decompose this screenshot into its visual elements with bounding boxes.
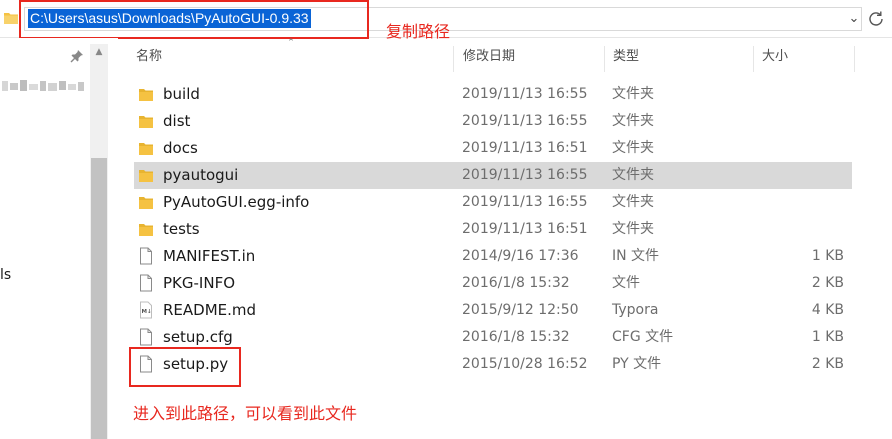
file-type: IN 文件 [612, 248, 660, 264]
file-size: 2 KB [811, 275, 844, 291]
file-type: 文件夹 [612, 167, 654, 183]
column-divider[interactable] [453, 46, 454, 72]
address-bar: C:\Users\asus\Downloads\PyAutoGUI-0.9.33… [0, 0, 892, 41]
file-name: tests [163, 220, 200, 238]
file-date: 2019/11/13 16:55 [462, 113, 588, 129]
file-date: 2016/1/8 15:32 [462, 329, 570, 345]
file-size: 2 KB [811, 356, 844, 372]
file-row[interactable]: MANIFEST.in 2014/9/16 17:36 IN 文件 1 KB [134, 243, 852, 270]
file-type: 文件夹 [612, 221, 654, 237]
folder-icon [4, 13, 18, 24]
file-type: 文件 [612, 275, 640, 291]
file-name: setup.cfg [163, 328, 233, 346]
file-date: 2019/11/13 16:55 [462, 86, 588, 102]
file-icon [138, 328, 154, 346]
file-name: build [163, 85, 200, 103]
file-name: README.md [163, 301, 257, 319]
file-type: 文件夹 [612, 86, 654, 102]
file-name: setup.py [163, 355, 229, 373]
file-date: 2019/11/13 16:55 [462, 167, 588, 183]
nav-item-truncated[interactable]: ls [0, 267, 11, 283]
file-name: docs [163, 139, 198, 157]
file-row[interactable]: tests 2019/11/13 16:51 文件夹 [134, 216, 852, 243]
file-type: CFG 文件 [612, 329, 674, 345]
file-row[interactable]: M↓ README.md 2015/9/12 12:50 Typora 4 KB [134, 297, 852, 324]
nav-scrollbar[interactable]: ▲ [90, 44, 108, 439]
folder-icon [138, 112, 154, 130]
file-row[interactable]: dist 2019/11/13 16:55 文件夹 [134, 108, 852, 135]
file-date: 2014/9/16 17:36 [462, 248, 579, 264]
folder-icon [138, 139, 154, 157]
file-date: 2015/9/12 12:50 [462, 302, 579, 318]
column-divider[interactable] [854, 46, 855, 72]
file-type: 文件夹 [612, 113, 654, 129]
column-header-name[interactable]: 名称 [128, 44, 448, 72]
file-type: PY 文件 [612, 356, 662, 372]
file-date: 2019/11/13 16:51 [462, 221, 588, 237]
nav-scrollbar-thumb[interactable] [91, 158, 107, 439]
file-date: 2019/11/13 16:55 [462, 194, 588, 210]
file-row[interactable]: PyAutoGUI.egg-info 2019/11/13 16:55 文件夹 [134, 189, 852, 216]
file-icon [138, 247, 154, 265]
file-size: 1 KB [811, 329, 844, 345]
file-type: 文件夹 [612, 140, 654, 156]
markdown-file-icon: M↓ [138, 301, 154, 319]
file-row[interactable]: setup.py 2015/10/28 16:52 PY 文件 2 KB [134, 351, 852, 378]
file-row[interactable]: docs 2019/11/13 16:51 文件夹 [134, 135, 852, 162]
column-header: 名称 修改日期 类型 大小 [118, 44, 858, 72]
file-row[interactable]: build 2019/11/13 16:55 文件夹 [134, 81, 852, 108]
file-date: 2016/1/8 15:32 [462, 275, 570, 291]
file-row[interactable]: setup.cfg 2016/1/8 15:32 CFG 文件 1 KB [134, 324, 852, 351]
svg-text:M↓: M↓ [142, 308, 152, 315]
column-header-type[interactable]: 类型 [605, 44, 753, 72]
file-size: 1 KB [811, 248, 844, 264]
file-size: 4 KB [811, 302, 844, 318]
file-name: MANIFEST.in [163, 247, 256, 265]
blurred-nav-item [2, 80, 84, 91]
file-name: PKG-INFO [163, 274, 235, 292]
file-name: PyAutoGUI.egg-info [163, 193, 310, 211]
refresh-icon[interactable] [866, 9, 886, 29]
file-row[interactable]: PKG-INFO 2016/1/8 15:32 文件 2 KB [134, 270, 852, 297]
folder-icon [138, 193, 154, 211]
annotation-enter-path: 进入到此路径，可以看到此文件 [133, 404, 358, 423]
file-name: pyautogui [163, 166, 239, 184]
file-type: 文件夹 [612, 194, 654, 210]
chevron-down-icon[interactable]: ⌄ [846, 9, 862, 29]
folder-icon [138, 85, 154, 103]
pin-icon[interactable] [70, 49, 84, 63]
folder-icon [138, 220, 154, 238]
file-date: 2019/11/13 16:51 [462, 140, 588, 156]
file-name: dist [163, 112, 191, 130]
scroll-up-arrow-icon[interactable]: ▲ [90, 44, 108, 60]
folder-icon [138, 166, 154, 184]
navigation-pane: ls ▲ [0, 38, 118, 439]
file-date: 2015/10/28 16:52 [462, 356, 588, 372]
file-row[interactable]: pyautogui 2019/11/13 16:55 文件夹 [134, 162, 852, 189]
file-type: Typora [612, 302, 659, 318]
file-icon [138, 355, 154, 373]
file-list-pane: ⌃ 名称 修改日期 类型 大小 build 2019/11/13 16:55 文件夹… [118, 38, 892, 439]
column-header-size[interactable]: 大小 [754, 44, 854, 72]
column-header-date[interactable]: 修改日期 [455, 44, 603, 72]
file-icon [138, 274, 154, 292]
address-path[interactable]: C:\Users\asus\Downloads\PyAutoGUI-0.9.33 [28, 9, 311, 28]
